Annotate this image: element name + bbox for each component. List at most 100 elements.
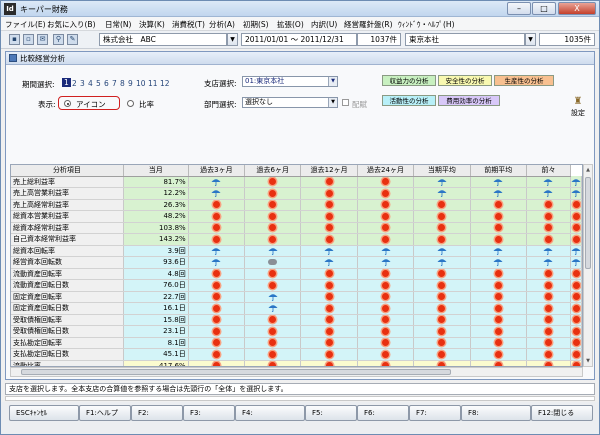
- table-row[interactable]: 売上高経常利益率 26.3%: [11, 199, 582, 211]
- period-3[interactable]: 3: [80, 79, 85, 88]
- close-button[interactable]: X: [558, 2, 596, 15]
- activity-analysis-button[interactable]: 活動性の分析: [382, 95, 436, 106]
- menu-breakdown[interactable]: 内訳(U): [311, 19, 337, 30]
- search-icon[interactable]: ⚲: [53, 34, 64, 45]
- vertical-scroll-thumb[interactable]: [585, 177, 591, 269]
- table-row[interactable]: 支払勘定回転日数 45.1日: [11, 348, 582, 361]
- period-4[interactable]: 4: [88, 79, 93, 88]
- column-header[interactable]: 当期平均: [413, 165, 471, 177]
- period-5[interactable]: 5: [96, 79, 101, 88]
- company-dropdown[interactable]: ▼: [227, 33, 238, 46]
- analysis-window: 比較経営分析 期間選択: 1 2 3 4 5 6 7 8 9 10 11 12 …: [5, 51, 595, 380]
- profit-analysis-button[interactable]: 収益力の分析: [382, 75, 436, 86]
- f7-button[interactable]: F7:: [409, 405, 461, 421]
- horizontal-scrollbar[interactable]: [10, 367, 583, 377]
- period-1[interactable]: 1: [62, 78, 71, 87]
- scroll-down-icon[interactable]: ▼: [584, 356, 592, 366]
- menu-tax[interactable]: 消費税(T): [172, 19, 205, 30]
- table-row[interactable]: 流動比率 417.6%: [11, 360, 582, 366]
- table-row[interactable]: 支払勘定回転率 8.1回: [11, 337, 582, 349]
- table-row[interactable]: 流動資産回転率 4.8回: [11, 268, 582, 280]
- view-icon-label: アイコン: [76, 100, 106, 109]
- column-header[interactable]: 過去6ヶ月: [244, 165, 302, 177]
- menu-daily[interactable]: 日常(N): [105, 19, 131, 30]
- table-row[interactable]: 売上高営業利益率 12.2%: [11, 187, 582, 200]
- branch-dropdown[interactable]: ▼: [525, 33, 536, 46]
- menu-window-help[interactable]: ｳｨﾝﾄﾞｳ・ﾍﾙﾌﾟ(H): [398, 19, 455, 30]
- f1-help-button[interactable]: F1:ヘルプ: [79, 405, 131, 421]
- metric-value: 45.1日: [123, 348, 189, 361]
- sun-icon: [188, 199, 246, 211]
- period-9[interactable]: 9: [128, 79, 133, 88]
- column-header[interactable]: 過去12ヶ月: [300, 165, 358, 177]
- cost-analysis-button[interactable]: 費用効率の分析: [438, 95, 500, 106]
- table-row[interactable]: 総資本回転率 3.9回: [11, 245, 582, 257]
- sun-icon: [244, 348, 302, 361]
- minimize-button[interactable]: –: [507, 2, 531, 15]
- vertical-scrollbar[interactable]: ▲ ▼: [583, 164, 593, 367]
- metric-value: 22.7回: [123, 291, 189, 303]
- sun-icon: [300, 268, 358, 280]
- column-header[interactable]: 過去24ヶ月: [357, 165, 415, 177]
- table-row[interactable]: 流動資産回転日数 76.0日: [11, 279, 582, 292]
- view-ratio-radio[interactable]: [127, 100, 134, 107]
- column-header[interactable]: 過去3ヶ月: [188, 165, 246, 177]
- maximize-button[interactable]: □: [532, 2, 556, 15]
- function-key-bar: ESCｷｬﾝｾﾙ F1:ヘルプ F2: F3: F4: F5: F6: F7: …: [1, 402, 599, 434]
- column-header[interactable]: 前期平均: [470, 165, 527, 177]
- growth-analysis-button[interactable]: 生産性の分析: [494, 75, 554, 86]
- branch-field[interactable]: 東京本社: [405, 33, 525, 46]
- period-field[interactable]: 2011/01/01 ～ 2011/12/31: [241, 33, 357, 46]
- menu-closing[interactable]: 決算(K): [139, 19, 165, 30]
- period-11[interactable]: 11: [148, 79, 158, 88]
- period-12[interactable]: 12: [160, 79, 170, 88]
- menu-initial[interactable]: 初期(S): [243, 19, 269, 30]
- menu-compass[interactable]: 経営羅針盤(R): [344, 19, 393, 30]
- f8-button[interactable]: F8:: [461, 405, 531, 421]
- mail-icon[interactable]: ✉: [37, 34, 48, 45]
- menu-extend[interactable]: 拡張(O): [277, 19, 304, 30]
- dept-select[interactable]: 選択なし ▼: [242, 97, 338, 108]
- table-row[interactable]: 総資本経常利益率 103.8%: [11, 222, 582, 234]
- period-10[interactable]: 10: [136, 79, 146, 88]
- f3-button[interactable]: F3:: [183, 405, 235, 421]
- column-header[interactable]: 前々: [526, 165, 572, 177]
- table-row[interactable]: 売上総利益率 81.7%: [11, 176, 582, 188]
- period-6[interactable]: 6: [104, 79, 109, 88]
- sun-icon: [188, 233, 246, 246]
- horizontal-scroll-thumb[interactable]: [21, 369, 451, 375]
- sun-icon: [470, 222, 527, 234]
- company-field[interactable]: 株式会社 ABC: [99, 33, 227, 46]
- table-row[interactable]: 固定資産回転率 22.7回: [11, 291, 582, 303]
- open-icon[interactable]: ▫: [23, 34, 34, 45]
- table-row[interactable]: 受取債権回転日数 23.1日: [11, 325, 582, 338]
- scroll-up-icon[interactable]: ▲: [584, 165, 592, 175]
- tool-icon[interactable]: ✎: [67, 34, 78, 45]
- branch-select[interactable]: 01:東京本社 ▼: [242, 76, 338, 87]
- settings-button[interactable]: ♜ 設定: [569, 96, 587, 124]
- save-icon[interactable]: ▪: [9, 34, 20, 45]
- period-8[interactable]: 8: [120, 79, 125, 88]
- f6-button[interactable]: F6:: [357, 405, 409, 421]
- f4-button[interactable]: F4:: [235, 405, 305, 421]
- metric-value: 143.2%: [123, 233, 189, 246]
- period-7[interactable]: 7: [112, 79, 117, 88]
- table-row[interactable]: 総資本営業利益率 48.2%: [11, 210, 582, 223]
- table-row[interactable]: 自己資本経常利益率 143.2%: [11, 233, 582, 246]
- esc-cancel-button[interactable]: ESCｷｬﾝｾﾙ: [9, 405, 79, 421]
- column-header[interactable]: 当月: [123, 165, 189, 177]
- menu-file[interactable]: ファイル(E): [5, 19, 46, 30]
- f5-button[interactable]: F5:: [305, 405, 357, 421]
- table-row[interactable]: 経営資本回転数 93.6日: [11, 256, 582, 269]
- menu-analysis[interactable]: 分析(A): [209, 19, 235, 30]
- f12-close-button[interactable]: F12:閉じる: [531, 405, 593, 421]
- table-row[interactable]: 受取債権回転率 15.8回: [11, 314, 582, 326]
- safety-analysis-button[interactable]: 安全性の分析: [438, 75, 492, 86]
- f2-button[interactable]: F2:: [131, 405, 183, 421]
- table-row[interactable]: 固定資産回転日数 16.1日: [11, 302, 582, 315]
- column-header[interactable]: 分析項目: [11, 165, 124, 177]
- menu-favorites[interactable]: お気に入り(B): [47, 19, 96, 30]
- view-icon-radio[interactable]: [64, 100, 71, 107]
- period-2[interactable]: 2: [72, 79, 77, 88]
- compose-checkbox[interactable]: [342, 99, 349, 106]
